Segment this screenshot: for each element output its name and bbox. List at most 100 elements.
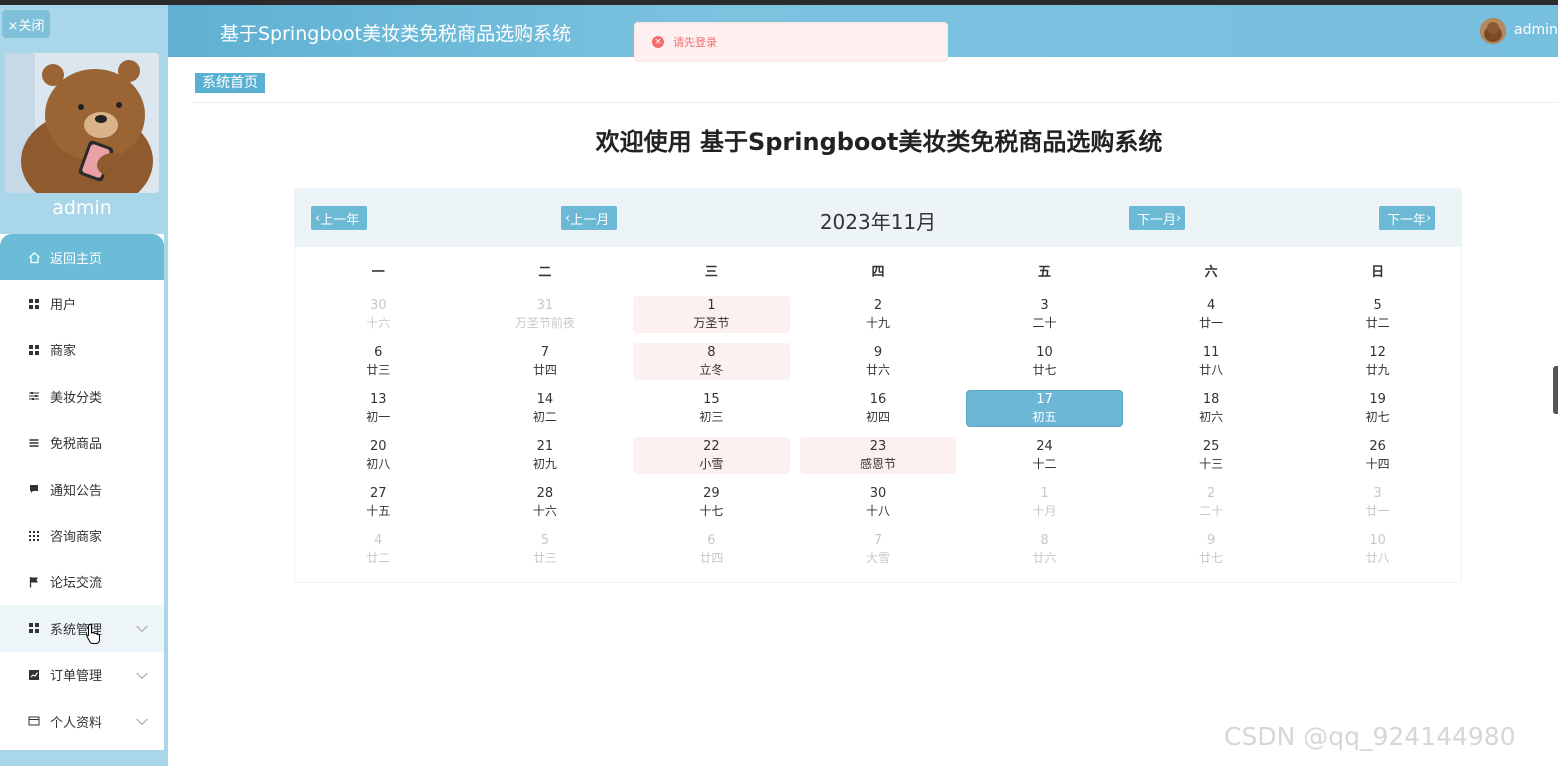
calendar-day[interactable]: 22 小雪 — [628, 435, 795, 482]
breadcrumb[interactable]: 系统首页 — [195, 73, 265, 93]
day-lunar-label: 十七 — [699, 503, 724, 518]
day-number: 10 — [1369, 532, 1386, 548]
mouse-cursor-icon — [85, 623, 101, 649]
calendar-day[interactable]: 8 廿六 — [961, 529, 1128, 576]
day-number: 10 — [1036, 344, 1053, 360]
day-number: 23 — [869, 438, 887, 454]
calendar-day[interactable]: 7 大雪 — [795, 529, 962, 576]
calendar-day-cell: 11 廿八 — [1133, 343, 1290, 380]
calendar-day-today[interactable]: 17 初五 — [961, 388, 1128, 435]
calendar-day-cell: 30 十六 — [300, 296, 457, 333]
calendar-day[interactable]: 29 十七 — [628, 482, 795, 529]
calendar-day[interactable]: 31 万圣节前夜 — [462, 294, 629, 341]
calendar-day-cell: 9 廿七 — [1133, 531, 1290, 568]
scrollbar-handle[interactable] — [1553, 366, 1558, 414]
calendar-day[interactable]: 8 立冬 — [628, 341, 795, 388]
calendar-day[interactable]: 1 万圣节 — [628, 294, 795, 341]
calendar-day[interactable]: 12 廿九 — [1294, 341, 1461, 388]
chevron-right-icon: › — [1176, 210, 1182, 226]
calendar-day[interactable]: 18 初六 — [1128, 388, 1295, 435]
sidebar-item-consult[interactable]: 咨询商家 — [0, 512, 164, 558]
next-month-button[interactable]: 下一月 › — [1129, 206, 1186, 230]
calendar-day[interactable]: 15 初三 — [628, 388, 795, 435]
day-number: 7 — [873, 532, 883, 548]
sidebar-item-system[interactable]: 系统管理 — [0, 605, 164, 652]
calendar-day[interactable]: 4 廿二 — [295, 529, 462, 576]
day-number: 31 — [536, 297, 554, 313]
sidebar-item-forum[interactable]: 论坛交流 — [0, 559, 164, 605]
calendar-day[interactable]: 13 初一 — [295, 388, 462, 435]
calendar-day[interactable]: 2 二十 — [1128, 482, 1295, 529]
next-year-button[interactable]: 下一年 › — [1379, 206, 1436, 230]
divider — [192, 102, 1558, 103]
calendar-day[interactable]: 2 十九 — [795, 294, 962, 341]
calendar-day[interactable]: 1 十月 — [961, 482, 1128, 529]
calendar-day[interactable]: 20 初八 — [295, 435, 462, 482]
day-lunar-label: 廿二 — [366, 550, 391, 565]
calendar-day-cell: 15 初三 — [633, 390, 790, 427]
calendar-day[interactable]: 9 廿六 — [795, 341, 962, 388]
chart-icon — [27, 668, 41, 682]
day-number: 3 — [1040, 297, 1049, 313]
calendar-day[interactable]: 10 廿七 — [961, 341, 1128, 388]
chevron-down-icon — [136, 667, 148, 679]
day-lunar-label: 廿一 — [1365, 503, 1390, 518]
sidebar-item-products[interactable]: 免税商品 — [0, 420, 164, 466]
calendar-day-cell: 1 十月 — [966, 484, 1123, 521]
calendar-day[interactable]: 11 廿八 — [1128, 341, 1295, 388]
sidebar-item-orders[interactable]: 订单管理 — [0, 652, 164, 698]
calendar-day[interactable]: 5 廿二 — [1294, 294, 1461, 341]
sidebar-item-merchants[interactable]: 商家 — [0, 327, 164, 373]
calendar-day[interactable]: 7 廿四 — [462, 341, 629, 388]
calendar-day[interactable]: 16 初四 — [795, 388, 962, 435]
day-lunar-label: 廿三 — [532, 550, 557, 565]
sidebar-item-home[interactable]: 返回主页 — [0, 234, 164, 281]
sidebar-item-profile[interactable]: 个人资料 — [0, 698, 164, 744]
calendar-day[interactable]: 30 十八 — [795, 482, 962, 529]
day-number: 11 — [1202, 344, 1220, 360]
app-title: 基于Springboot美妆类免税商品选购系统 — [220, 23, 572, 45]
chevron-down-icon — [136, 713, 148, 726]
home-icon — [27, 250, 41, 264]
header-username[interactable]: admin — [1514, 22, 1558, 38]
calendar-day[interactable]: 23 感恩节 — [795, 435, 962, 482]
calendar-day[interactable]: 3 二十 — [961, 294, 1128, 341]
calendar-day[interactable]: 27 十五 — [295, 482, 462, 529]
calendar-day[interactable]: 26 十四 — [1294, 435, 1461, 482]
calendar-day-cell: 1 万圣节 — [633, 296, 790, 333]
calendar-day[interactable]: 6 廿三 — [295, 341, 462, 388]
calendar-day[interactable]: 21 初九 — [462, 435, 629, 482]
sidebar-item-categories[interactable]: 美妆分类 — [0, 373, 164, 419]
calendar-day-cell: 20 初八 — [300, 437, 457, 474]
sidebar-item-notices[interactable]: 通知公告 — [0, 466, 164, 512]
close-sidebar-button[interactable]: ×关闭 — [2, 10, 50, 38]
day-lunar-label: 初七 — [1365, 409, 1390, 424]
day-number: 20 — [370, 438, 387, 454]
calendar-day-cell: 9 廿六 — [800, 343, 957, 380]
calendar-day[interactable]: 10 廿八 — [1294, 529, 1461, 576]
calendar-day[interactable]: 6 廿四 — [628, 529, 795, 576]
calendar-day[interactable]: 5 廿三 — [462, 529, 629, 576]
calendar-day[interactable]: 30 十六 — [295, 294, 462, 341]
day-lunar-label: 廿七 — [1199, 550, 1224, 565]
calendar-day[interactable]: 28 十六 — [462, 482, 629, 529]
calendar-day-cell: 13 初一 — [300, 390, 457, 427]
calendar-day-cell: 7 廿四 — [467, 343, 624, 380]
calendar-day[interactable]: 25 十三 — [1128, 435, 1295, 482]
next-year-label: 下一年 — [1387, 212, 1427, 228]
calendar-day[interactable]: 24 十二 — [961, 435, 1128, 482]
calendar-day-cell: 14 初二 — [467, 390, 624, 427]
header-avatar[interactable] — [1480, 18, 1506, 44]
error-toast: × 请先登录 — [634, 22, 948, 62]
calendar-day-cell: 8 立冬 — [633, 343, 790, 380]
calendar-day[interactable]: 19 初七 — [1294, 388, 1461, 435]
calendar-day[interactable]: 9 廿七 — [1128, 529, 1295, 576]
day-number: 17 — [1036, 391, 1053, 407]
sidebar-item-users[interactable]: 用户 — [0, 280, 164, 326]
day-lunar-label: 初二 — [532, 409, 557, 424]
calendar-day-cell: 5 廿二 — [1299, 296, 1456, 333]
calendar-day[interactable]: 3 廿一 — [1294, 482, 1461, 529]
day-number: 15 — [703, 391, 720, 407]
calendar-day[interactable]: 14 初二 — [462, 388, 629, 435]
calendar-day[interactable]: 4 廿一 — [1128, 294, 1295, 341]
